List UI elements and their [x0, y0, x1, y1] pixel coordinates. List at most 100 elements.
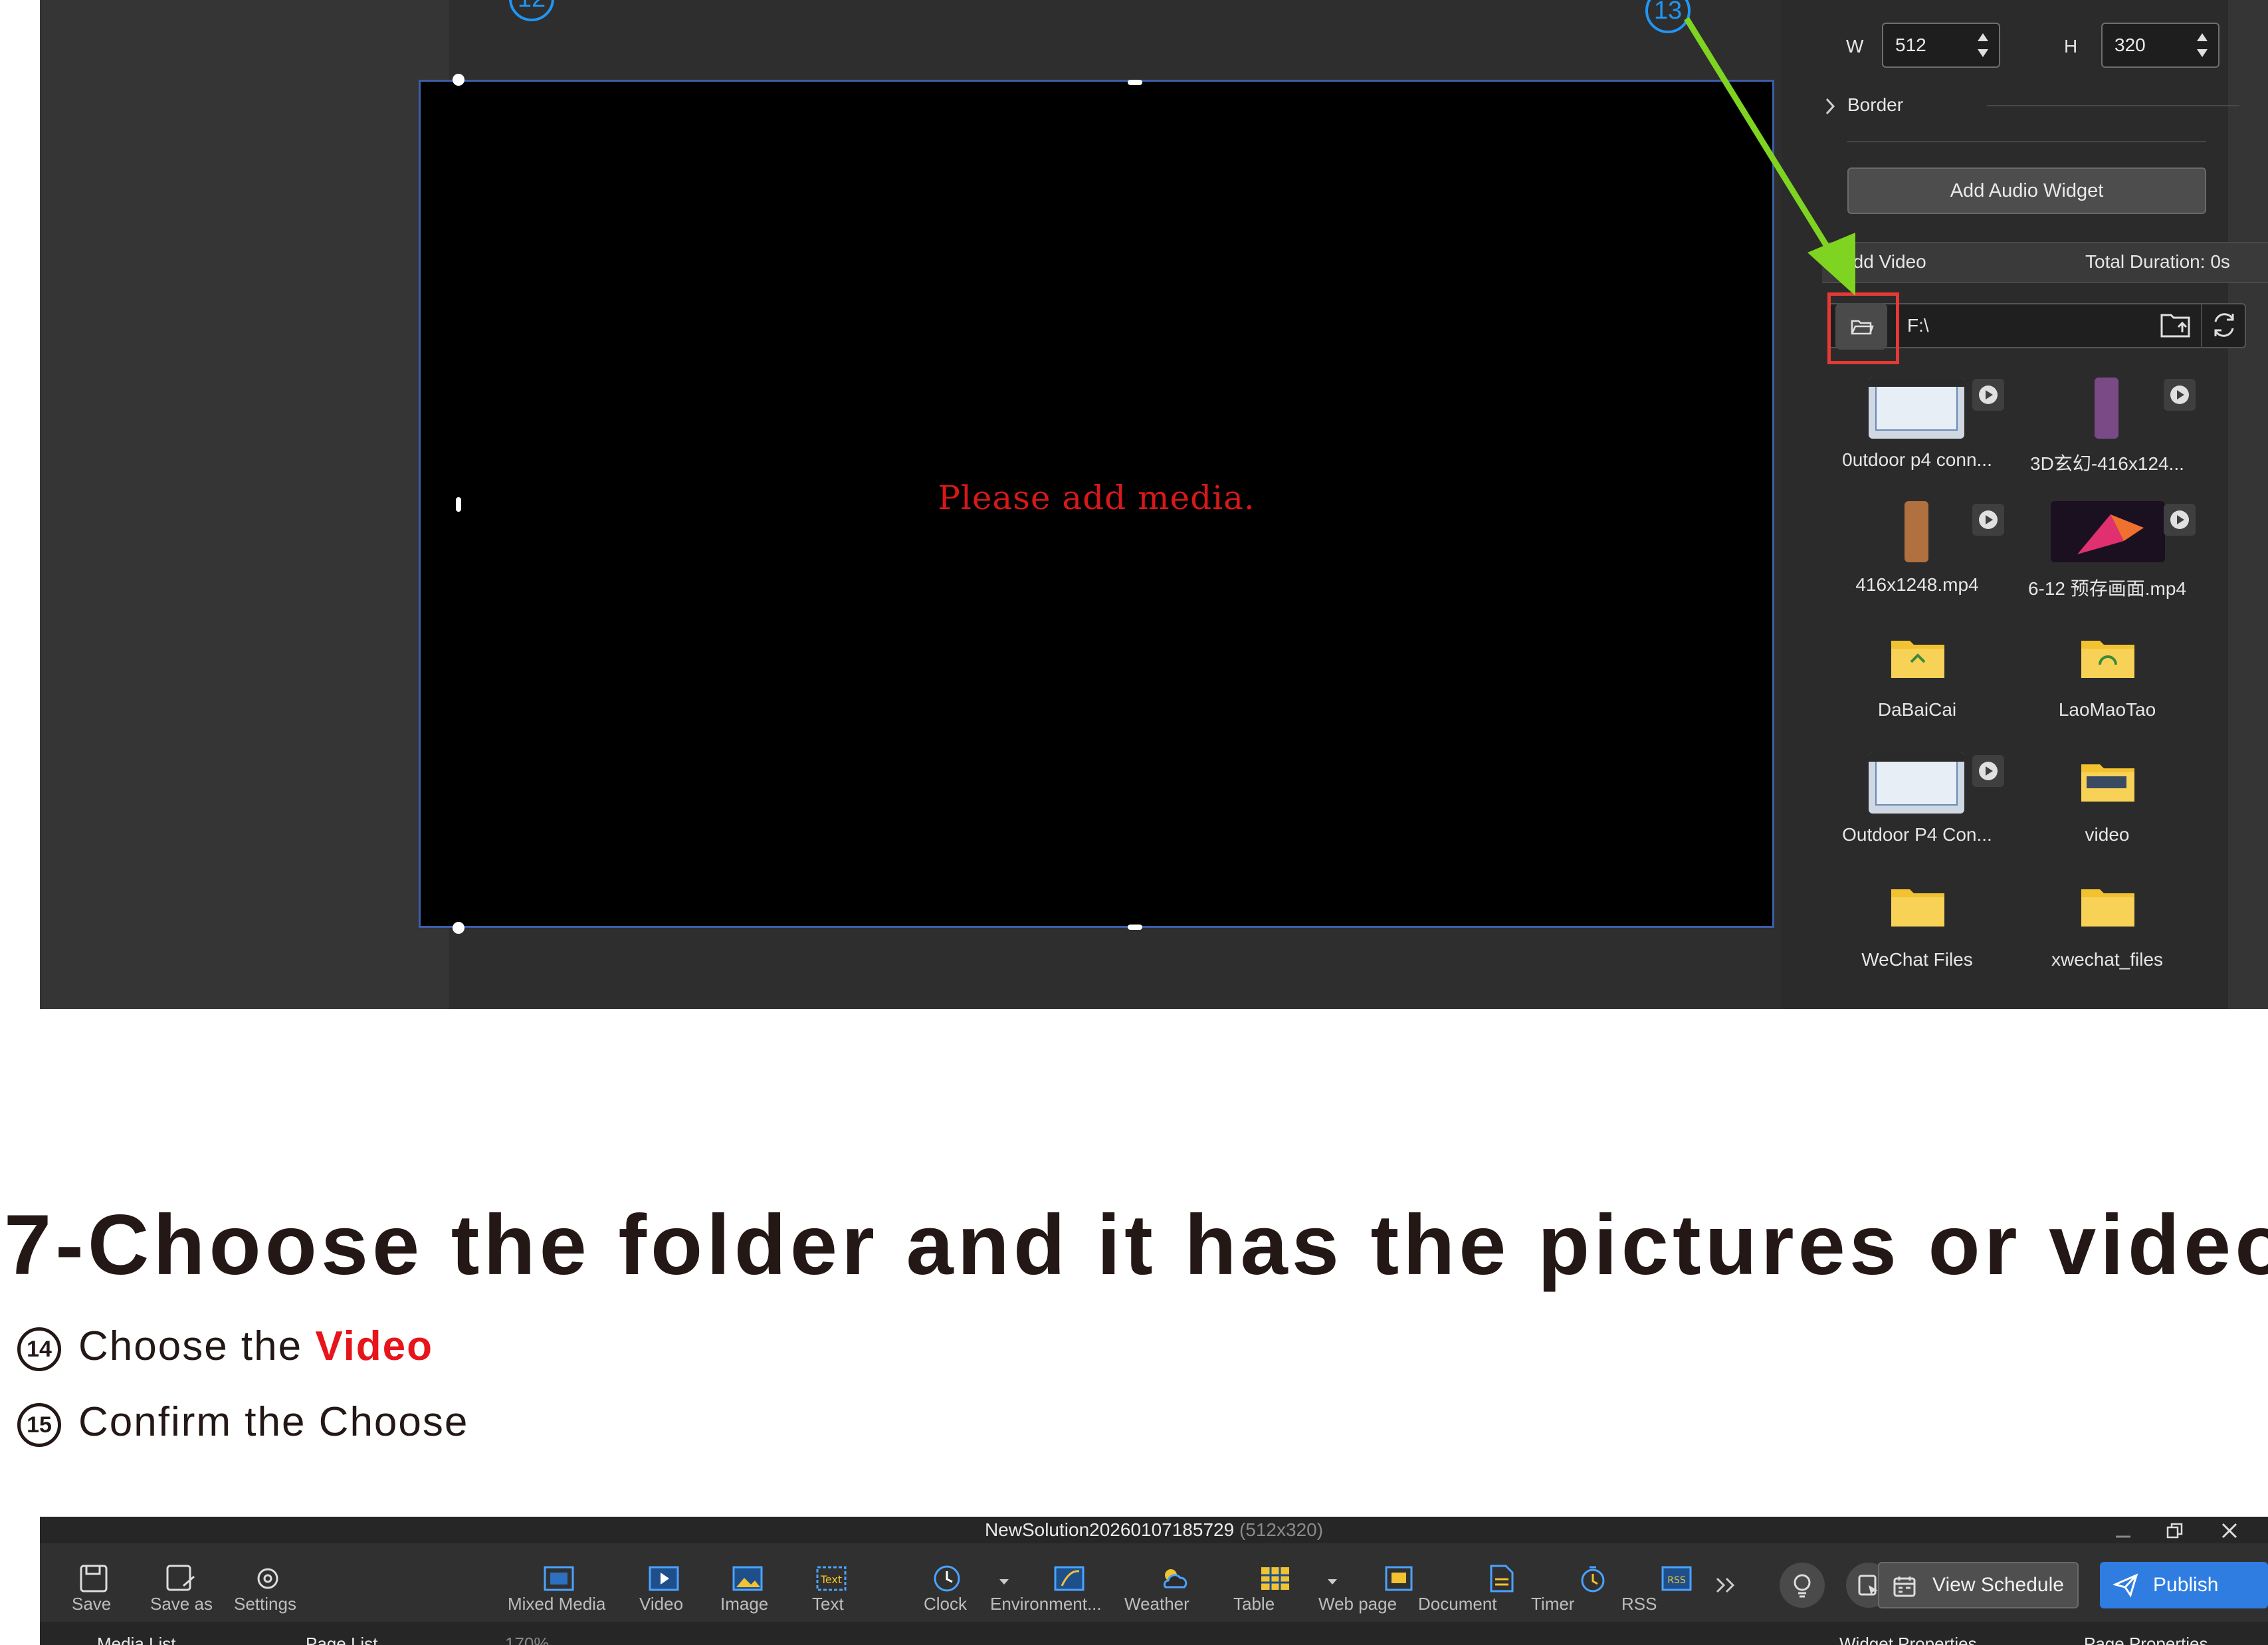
folder-up-icon[interactable]	[2160, 311, 2192, 339]
video-thumbnail[interactable]	[1905, 501, 1928, 562]
folder-icon[interactable]	[2080, 759, 2136, 803]
canvas-empty-message: Please add media.	[938, 479, 1255, 517]
folder-name[interactable]: WeChat Files	[1827, 949, 2007, 970]
height-input[interactable]: 320	[2101, 23, 2219, 68]
toolbar-web-page[interactable]: Web page	[1318, 1594, 1397, 1614]
view-schedule-label: View Schedule	[1932, 1574, 2064, 1596]
calendar-icon	[1893, 1577, 1916, 1597]
more-chevrons-icon[interactable]	[1714, 1577, 1737, 1594]
play-icon[interactable]	[2164, 379, 2196, 411]
toolbar-timer[interactable]: Timer	[1531, 1594, 1574, 1614]
publish-button[interactable]: Publish	[2100, 1562, 2268, 1608]
step-text: Choose the	[78, 1323, 316, 1369]
folder-icon[interactable]	[2080, 635, 2136, 679]
refresh-icon[interactable]	[2209, 310, 2239, 340]
toolbar-rss[interactable]: RSS	[1621, 1594, 1657, 1614]
step-title: 7-Choose the folder and it has the pictu…	[4, 1198, 2268, 1293]
toolbar-weather[interactable]: Weather	[1124, 1594, 1189, 1614]
folder-name[interactable]: xwechat_files	[2017, 949, 2197, 970]
file-path-value: F:\	[1907, 315, 1929, 336]
bulb-icon	[1794, 1574, 1811, 1598]
tab-widget-properties[interactable]: Widget Properties	[1839, 1634, 1977, 1645]
window-title: NewSolution20260107185729 (512x320)	[984, 1519, 1324, 1540]
width-input[interactable]: 512	[1882, 23, 2000, 68]
toolbar-environment[interactable]: Environment...	[990, 1594, 1102, 1614]
resize-handle-tl[interactable]	[453, 74, 464, 86]
toolbar-settings[interactable]: Settings	[234, 1594, 296, 1614]
toolbar-image[interactable]: Image	[720, 1594, 768, 1614]
folder-icon[interactable]	[2080, 884, 2136, 928]
bulb-button[interactable]	[1780, 1563, 1825, 1608]
tab-media-list[interactable]: Media List	[97, 1634, 176, 1645]
media-list-panel	[40, 0, 449, 1009]
web-page-icon[interactable]	[1382, 1563, 1415, 1594]
toolbar-document[interactable]: Document	[1418, 1594, 1497, 1614]
toolbar-mixed-media[interactable]: Mixed Media	[508, 1594, 605, 1614]
tab-page-properties[interactable]: Page Properties	[2084, 1634, 2208, 1645]
mixed-media-icon[interactable]	[542, 1563, 575, 1594]
play-icon[interactable]	[1972, 504, 2004, 536]
gear-icon[interactable]	[251, 1563, 284, 1594]
file-name[interactable]: 6-12 预存画面.mp4	[2017, 574, 2197, 601]
file-name[interactable]: 416x1248.mp4	[1827, 574, 2007, 596]
publish-label: Publish	[2153, 1574, 2219, 1596]
resize-handle-bl[interactable]	[453, 922, 464, 934]
spinner-arrows-icon[interactable]	[2194, 29, 2210, 61]
restore-icon[interactable]	[2166, 1522, 2184, 1539]
toolbar-text[interactable]: Text	[812, 1594, 844, 1614]
video-thumbnail[interactable]	[2051, 501, 2165, 562]
play-icon[interactable]	[2164, 504, 2196, 536]
svg-text:Text: Text	[820, 1573, 842, 1586]
folder-icon[interactable]	[1890, 635, 1946, 679]
preview-icon	[1858, 1575, 1878, 1596]
step-number-badge: 14	[17, 1327, 61, 1371]
close-icon[interactable]	[2221, 1522, 2238, 1539]
video-thumbnail[interactable]	[2095, 378, 2118, 439]
add-audio-widget-button[interactable]: Add Audio Widget	[1847, 167, 2206, 214]
view-schedule-button[interactable]: View Schedule	[1878, 1562, 2079, 1608]
step-highlight: Video	[315, 1323, 434, 1369]
toolbar-clock[interactable]: Clock	[924, 1594, 967, 1614]
file-name[interactable]: 0utdoor p4 conn...	[1827, 449, 2007, 471]
resize-handle-bottom[interactable]	[1128, 925, 1142, 930]
environment-icon[interactable]	[1053, 1563, 1086, 1594]
chevron-down-icon[interactable]	[1326, 1578, 1338, 1586]
spinner-arrows-icon[interactable]	[1975, 29, 1991, 61]
text-icon[interactable]: Text	[815, 1563, 848, 1594]
rss-icon[interactable]: RSS	[1660, 1563, 1693, 1594]
video-icon[interactable]	[647, 1563, 680, 1594]
toolbar-video[interactable]: Video	[639, 1594, 683, 1614]
total-duration-label: Total Duration: 0s	[2085, 251, 2230, 272]
clock-icon[interactable]	[930, 1563, 964, 1594]
save-icon[interactable]	[77, 1563, 110, 1594]
resize-handle-top[interactable]	[1128, 80, 1142, 85]
zoom-level[interactable]: 170%	[505, 1634, 550, 1645]
height-label: H	[2064, 36, 2078, 56]
file-name[interactable]: Outdoor P4 Con...	[1827, 824, 2007, 845]
toolbar-save[interactable]: Save	[72, 1594, 111, 1614]
folder-name[interactable]: LaoMaoTao	[2017, 699, 2197, 720]
video-thumbnail[interactable]	[1869, 378, 1964, 439]
play-icon[interactable]	[1972, 755, 2004, 787]
section-divider	[1847, 141, 2206, 142]
chevron-down-icon[interactable]	[998, 1578, 1010, 1586]
toolbar-save-as[interactable]: Save as	[150, 1594, 213, 1614]
document-icon[interactable]	[1485, 1563, 1518, 1594]
folder-icon[interactable]	[1890, 884, 1946, 928]
table-icon[interactable]	[1259, 1563, 1292, 1594]
folder-name[interactable]: video	[2017, 824, 2197, 845]
timer-icon[interactable]	[1576, 1563, 1609, 1594]
resize-handle-left[interactable]	[456, 497, 461, 512]
video-thumbnail[interactable]	[1869, 752, 1964, 814]
toolbar-table[interactable]: Table	[1233, 1594, 1275, 1614]
file-name[interactable]: 3D玄幻-416x124...	[2017, 449, 2197, 476]
weather-icon[interactable]	[1158, 1563, 1191, 1594]
image-icon[interactable]	[731, 1563, 764, 1594]
save-as-icon[interactable]	[163, 1563, 197, 1594]
tab-page-list[interactable]: Page List	[306, 1634, 377, 1645]
play-icon[interactable]	[1972, 379, 2004, 411]
step-row-14: 14 Choose the Video	[17, 1323, 433, 1371]
folder-name[interactable]: DaBaiCai	[1827, 699, 2007, 720]
minimize-icon[interactable]	[2114, 1526, 2132, 1539]
svg-text:RSS: RSS	[1667, 1575, 1686, 1586]
